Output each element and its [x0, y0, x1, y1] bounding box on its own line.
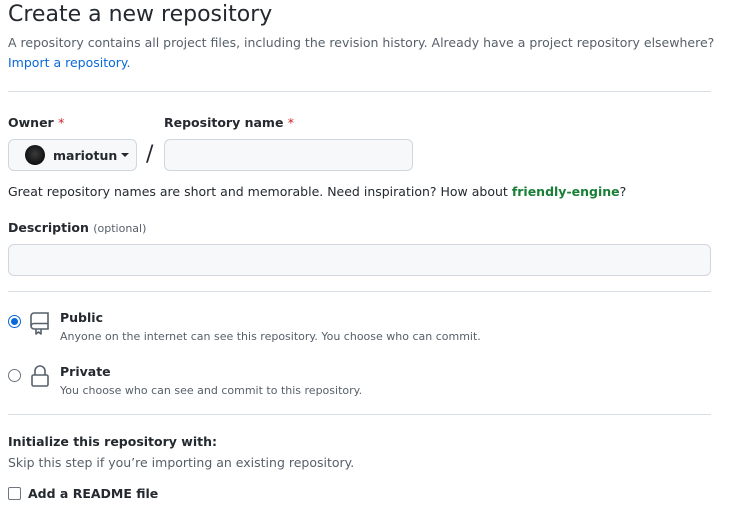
public-radio[interactable] — [8, 315, 21, 328]
page-description-text: A repository contains all project files,… — [8, 35, 715, 50]
add-readme-checkbox[interactable] — [8, 487, 21, 500]
page-description: A repository contains all project files,… — [8, 33, 718, 73]
repository-name-label: Repository name * — [164, 115, 294, 130]
private-radio[interactable] — [8, 369, 21, 382]
divider — [8, 291, 711, 292]
page-title: Create a new repository — [8, 2, 273, 27]
description-input[interactable] — [8, 244, 711, 276]
name-hint-text: Great repository names are short and mem… — [8, 184, 508, 199]
avatar — [25, 145, 45, 165]
description-optional-note: (optional) — [93, 222, 147, 235]
repository-name-required-mark: * — [287, 115, 295, 130]
add-readme-label[interactable]: Add a README file — [28, 486, 158, 501]
description-label-text: Description — [8, 220, 89, 235]
owner-repo-separator: / — [146, 142, 154, 167]
lock-icon — [31, 365, 49, 387]
caret-down-icon — [121, 153, 130, 157]
import-repository-link[interactable]: Import a repository. — [8, 55, 131, 70]
owner-select-button[interactable]: mariotun — [8, 139, 137, 171]
divider — [8, 414, 711, 415]
public-title: Public — [60, 310, 103, 325]
repository-name-input[interactable] — [164, 139, 413, 171]
owner-label-text: Owner — [8, 115, 54, 130]
divider — [8, 91, 711, 92]
private-title: Private — [60, 364, 111, 379]
owner-label: Owner * — [8, 115, 64, 130]
repository-name-label-text: Repository name — [164, 115, 284, 130]
initialize-title: Initialize this repository with: — [8, 434, 217, 449]
description-label: Description (optional) — [8, 220, 146, 235]
name-suggestion-link[interactable]: friendly-engine — [512, 184, 620, 199]
public-description: Anyone on the internet can see this repo… — [60, 330, 481, 343]
repo-icon — [30, 312, 49, 335]
name-hint: Great repository names are short and mem… — [8, 184, 626, 199]
initialize-subtitle: Skip this step if you’re importing an ex… — [8, 455, 355, 470]
owner-name: mariotun — [53, 147, 118, 163]
owner-required-mark: * — [58, 115, 65, 130]
name-hint-suffix: ? — [619, 184, 627, 199]
private-description: You choose who can see and commit to thi… — [60, 384, 363, 397]
